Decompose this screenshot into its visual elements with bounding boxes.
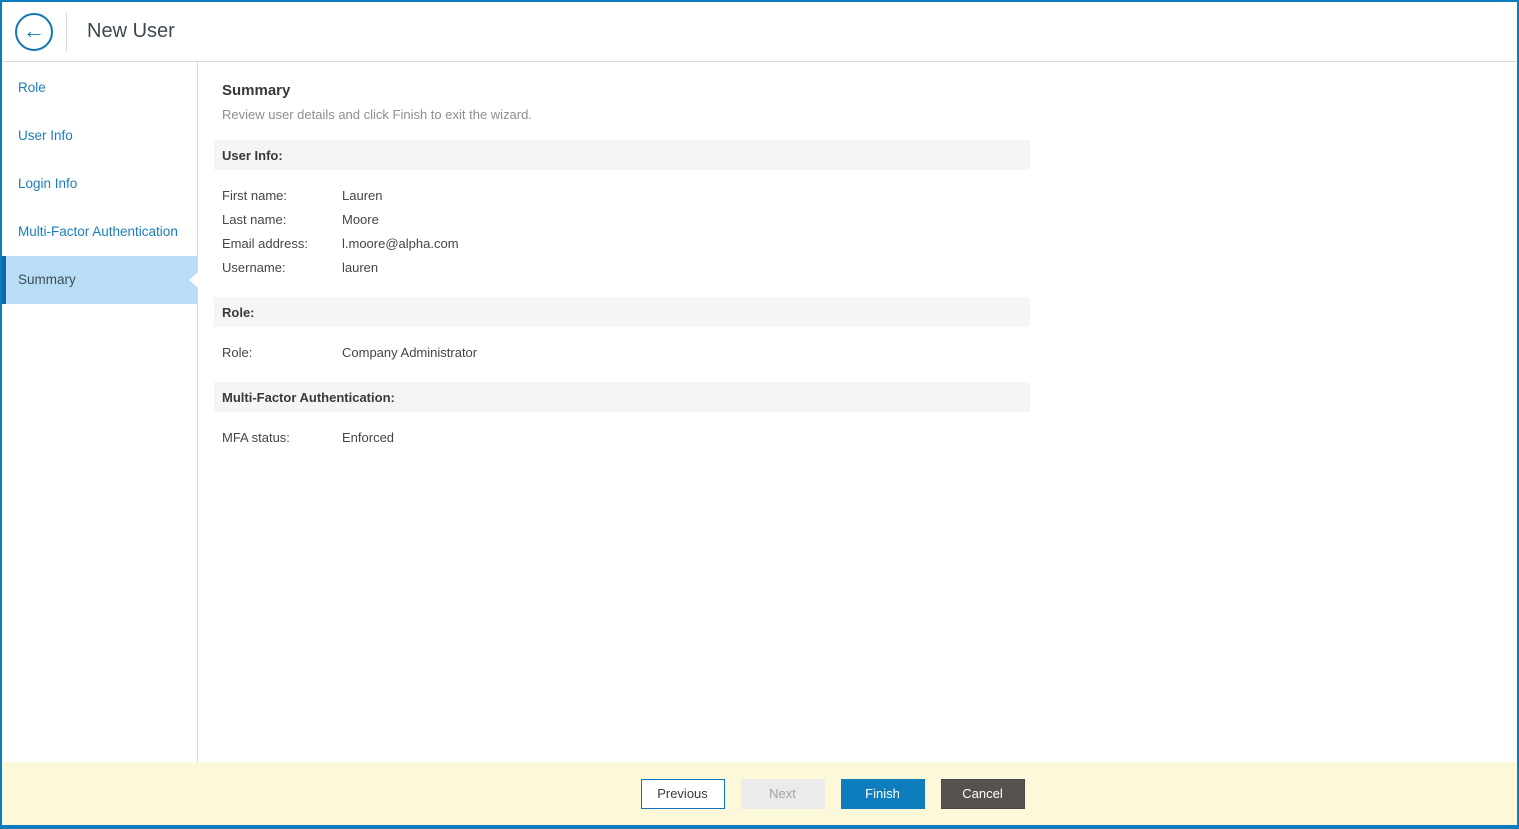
role-rows: Role: Company Administrator bbox=[222, 340, 1493, 364]
sidebar-item-user-info[interactable]: User Info bbox=[2, 112, 197, 160]
section-header-user-info: User Info: bbox=[214, 140, 1030, 170]
row-value: Company Administrator bbox=[342, 344, 478, 360]
summary-row-last-name: Last name: Moore bbox=[222, 207, 1493, 231]
row-value: l.moore@alpha.com bbox=[342, 235, 459, 251]
sidebar-item-multi-factor-authentication[interactable]: Multi-Factor Authentication bbox=[2, 208, 197, 256]
sidebar-item-summary[interactable]: Summary bbox=[2, 256, 197, 304]
section-header-role: Role: bbox=[214, 297, 1030, 327]
back-button[interactable]: ← bbox=[15, 12, 53, 51]
row-label: MFA status: bbox=[222, 429, 290, 445]
summary-row-first-name: First name: Lauren bbox=[222, 183, 1493, 207]
mfa-rows: MFA status: Enforced bbox=[222, 425, 1493, 449]
row-label: Role: bbox=[222, 344, 253, 360]
summary-row-username: Username: lauren bbox=[222, 255, 1493, 279]
row-value: Moore bbox=[342, 211, 379, 227]
summary-row-mfa-status: MFA status: Enforced bbox=[222, 425, 1493, 449]
arrow-left-icon: ← bbox=[23, 17, 45, 43]
step-subheading: Review user details and click Finish to … bbox=[222, 107, 532, 122]
row-value: lauren bbox=[342, 259, 379, 275]
row-label: Email address: bbox=[222, 235, 308, 251]
step-heading: Summary bbox=[222, 82, 291, 99]
new-user-wizard-window: ← New User Role User Info Login Info Mul… bbox=[0, 0, 1519, 829]
row-label: Username: bbox=[222, 259, 286, 275]
next-button[interactable]: Next bbox=[740, 778, 825, 809]
finish-button[interactable]: Finish bbox=[840, 778, 925, 809]
wizard-body: Role User Info Login Info Multi-Factor A… bbox=[2, 62, 1517, 762]
cancel-button[interactable]: Cancel bbox=[940, 778, 1025, 809]
previous-button[interactable]: Previous bbox=[640, 778, 725, 809]
page-title: New User bbox=[87, 20, 175, 42]
summary-row-email-address: Email address: l.moore@alpha.com bbox=[222, 231, 1493, 255]
sidebar-item-login-info[interactable]: Login Info bbox=[2, 160, 197, 208]
sidebar-item-role[interactable]: Role bbox=[2, 64, 197, 112]
row-label: First name: bbox=[222, 187, 288, 203]
row-value: Lauren bbox=[342, 187, 383, 203]
header-divider bbox=[66, 11, 67, 52]
wizard-steps-sidebar: Role User Info Login Info Multi-Factor A… bbox=[2, 62, 198, 762]
section-header-multi-factor-authentication: Multi-Factor Authentication: bbox=[214, 382, 1030, 412]
wizard-footer: Previous Next Finish Cancel bbox=[2, 762, 1517, 825]
row-label: Last name: bbox=[222, 211, 287, 227]
row-value: Enforced bbox=[342, 429, 395, 445]
summary-step-content: Summary Review user details and click Fi… bbox=[198, 62, 1517, 762]
user-info-rows: First name: Lauren Last name: Moore Emai… bbox=[222, 183, 1493, 279]
wizard-header: ← New User bbox=[2, 2, 1517, 62]
summary-row-role: Role: Company Administrator bbox=[222, 340, 1493, 364]
